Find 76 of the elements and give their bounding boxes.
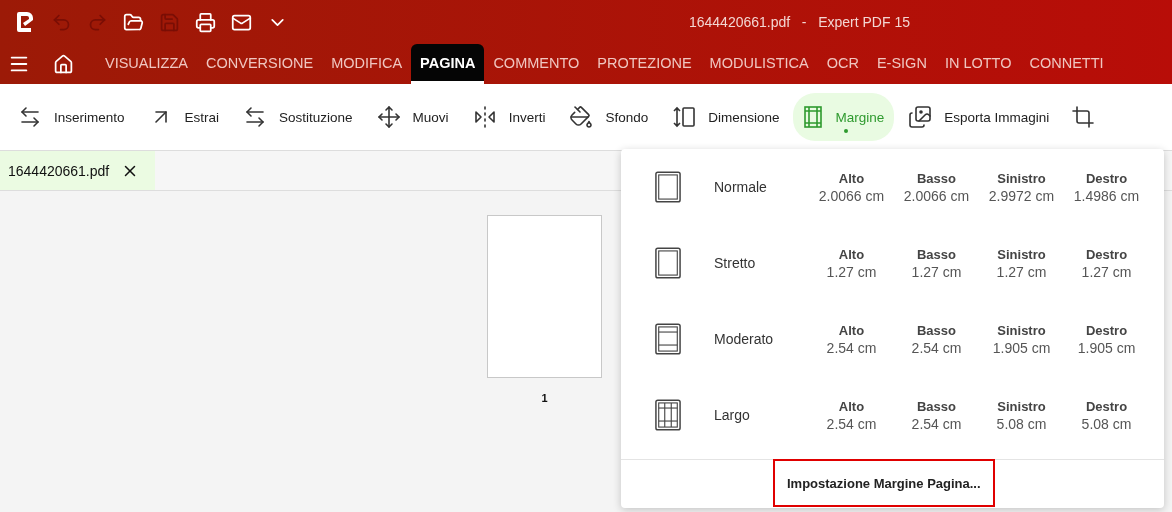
margin-value: 5.08 cm xyxy=(1081,415,1132,432)
margin-value: 2.9972 cm xyxy=(988,187,1055,204)
margin-label: Basso xyxy=(917,246,956,262)
margin-value: 1.27 cm xyxy=(996,263,1047,280)
page-margin-icon xyxy=(803,105,824,129)
flip-icon xyxy=(472,105,497,129)
menu-tab[interactable]: MODIFICA xyxy=(322,44,412,84)
menu-tab[interactable]: PROTEZIONE xyxy=(588,44,701,84)
app-logo-icon[interactable] xyxy=(15,10,35,34)
crop-icon[interactable] xyxy=(1071,105,1096,129)
margin-settings-button[interactable]: Impostazione Margine Pagina... xyxy=(773,459,995,507)
margin-value: 2.54 cm xyxy=(826,415,877,432)
toolbar-button[interactable]: Esporta Immagini xyxy=(898,93,1060,141)
toolbar-button[interactable]: Inverti xyxy=(462,93,556,141)
margin-preset[interactable]: Moderato Alto 2.54 cm Basso 2.54 cm Sinistro 1.905 cm Destro 1.905 cm xyxy=(621,301,1164,377)
menu-tab[interactable]: VISUALIZZA xyxy=(96,44,197,84)
margin-value: 1.905 cm xyxy=(1077,339,1136,356)
margin-label: Basso xyxy=(917,398,956,414)
margin-value: 2.0066 cm xyxy=(903,187,970,204)
margin-value: 1.905 cm xyxy=(992,339,1051,356)
window-title: 1644420661.pdf - Expert PDF 15 xyxy=(688,14,910,30)
margin-label: Sinistro xyxy=(997,170,1046,186)
margin-value: 2.0066 cm xyxy=(818,187,885,204)
page-margin-icon xyxy=(655,246,681,280)
menu-tab[interactable]: CONVERSIONE xyxy=(197,44,323,84)
margin-value: 1.27 cm xyxy=(826,263,877,280)
menu-tab[interactable]: MODULISTICA xyxy=(700,44,818,84)
toolbar-button[interactable]: Inserimento xyxy=(8,93,135,141)
margin-label: Basso xyxy=(917,322,956,338)
margin-label: Sinistro xyxy=(997,322,1046,338)
preset-name: Largo xyxy=(714,407,751,423)
menu-tab[interactable]: CONNETTI xyxy=(1020,44,1113,84)
margin-label: Alto xyxy=(838,398,865,414)
page-margin-icon xyxy=(655,170,681,204)
margin-preset[interactable]: Stretto Alto 1.27 cm Basso 1.27 cm Sinistro 1.27 cm Destro 1.27 cm xyxy=(621,225,1164,301)
margin-label: Basso xyxy=(917,170,956,186)
margin-value: 2.54 cm xyxy=(911,339,962,356)
margin-label: Sinistro xyxy=(997,398,1046,414)
margin-label: Alto xyxy=(838,322,865,338)
paint-bucket-icon xyxy=(569,105,594,129)
margin-label: Sinistro xyxy=(997,246,1046,262)
margin-label: Alto xyxy=(838,246,865,262)
page-number: 1 xyxy=(541,392,548,404)
toolbar-button[interactable]: Muovi xyxy=(366,93,459,141)
toolbar-button[interactable]: Dimensione xyxy=(662,93,790,141)
images-icon xyxy=(908,105,933,129)
preset-name: Normale xyxy=(714,179,768,195)
margin-preset[interactable]: Normale Alto 2.0066 cm Basso 2.0066 cm Sinistro 2.9972 cm Destro 1.4986 cm xyxy=(621,149,1164,225)
toolbar-button[interactable]: Sostituzione xyxy=(233,93,363,141)
resize-icon xyxy=(672,105,697,129)
margin-value: 2.54 cm xyxy=(826,339,877,356)
margin-value: 1.4986 cm xyxy=(1073,187,1140,204)
margin-label: Alto xyxy=(838,170,865,186)
document-tab[interactable]: 1644420661.pdf xyxy=(0,151,156,190)
margin-value: 1.27 cm xyxy=(911,263,962,280)
margin-preset[interactable]: Largo Alto 2.54 cm Basso 2.54 cm Sinistro 5.08 cm Destro 5.08 cm xyxy=(621,377,1164,453)
margin-label: Destro xyxy=(1085,398,1128,414)
menu-tab[interactable]: COMMENTO xyxy=(484,44,589,84)
toolbar-button[interactable]: Sfondo xyxy=(559,93,659,141)
margin-value: 5.08 cm xyxy=(996,415,1047,432)
preset-name: Stretto xyxy=(714,255,757,271)
margin-value: 1.27 cm xyxy=(1081,263,1132,280)
margin-label: Destro xyxy=(1085,322,1128,338)
page-margin-icon xyxy=(655,322,681,356)
page-thumbnail[interactable] xyxy=(487,215,602,378)
move-icon xyxy=(376,105,401,129)
menu-tab[interactable]: OCR xyxy=(817,44,868,84)
menu-tab[interactable]: IN LOTTO xyxy=(935,44,1021,84)
preset-name: Moderato xyxy=(714,331,775,347)
margin-label: Destro xyxy=(1085,246,1128,262)
toolbar-button[interactable]: Estrai xyxy=(138,93,230,141)
page-margin-icon xyxy=(655,398,681,432)
menu-tab[interactable]: E-SIGN xyxy=(867,44,936,84)
menu-tab[interactable]: PAGINA xyxy=(411,44,485,84)
margin-value: 2.54 cm xyxy=(911,415,962,432)
margin-label: Destro xyxy=(1085,170,1128,186)
